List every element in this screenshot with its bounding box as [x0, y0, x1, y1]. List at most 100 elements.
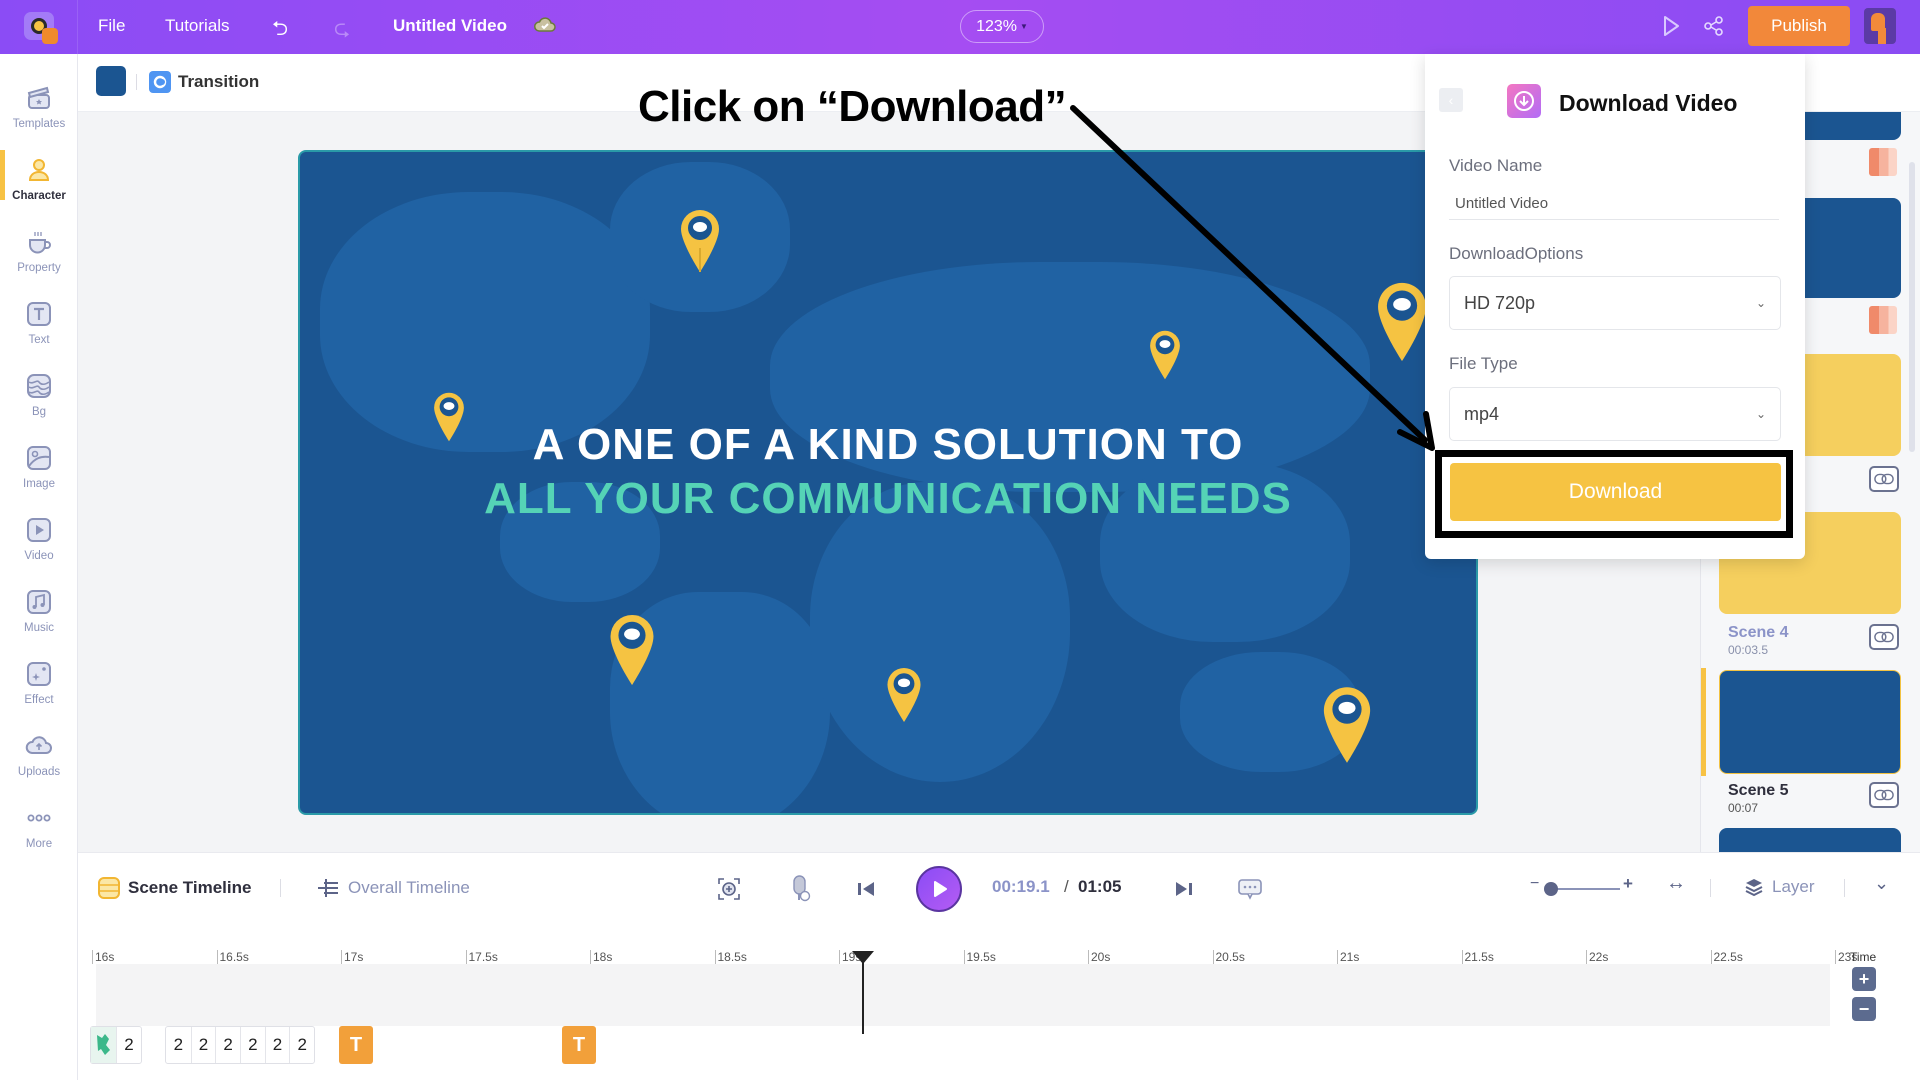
menu-tutorials[interactable]: Tutorials	[165, 16, 230, 36]
caret-down-icon: ▼	[1020, 22, 1028, 31]
sidebar-item-text[interactable]: Text	[0, 292, 78, 362]
transition-button[interactable]: Transition	[178, 72, 259, 92]
app-logo[interactable]	[18, 8, 60, 46]
divider	[280, 879, 281, 897]
sidebar-label: Music	[23, 622, 55, 634]
select-value: mp4	[1464, 403, 1500, 424]
scene-duration: 00:07	[1728, 801, 1759, 815]
sidebar-item-music[interactable]: Music	[0, 580, 78, 650]
file-type-select[interactable]: mp4 ⌄	[1449, 387, 1781, 441]
ruler-tick-label: 18.5s	[714, 950, 747, 964]
skip-forward-icon[interactable]	[1170, 875, 1198, 903]
ruler-tick-label: 16s	[92, 950, 114, 964]
clapperboard-icon	[27, 86, 50, 109]
subtitle-comment-icon[interactable]	[1236, 875, 1264, 903]
sidebar-item-effect[interactable]: Effect	[0, 652, 78, 722]
sidebar-item-property[interactable]: Property	[0, 220, 78, 290]
sidebar-item-bg[interactable]: Bg	[0, 364, 78, 434]
fit-width-icon[interactable]: ↔	[1666, 872, 1686, 895]
zoom-level-dropdown[interactable]: 123% ▼	[960, 10, 1044, 43]
share-icon[interactable]	[1703, 15, 1725, 37]
transition-icon[interactable]	[149, 71, 171, 93]
select-value: HD 720p	[1464, 292, 1536, 313]
divider	[136, 74, 137, 90]
timeline-zoom-slider[interactable]	[1548, 888, 1620, 890]
sidebar-item-video[interactable]: Video	[0, 508, 78, 578]
headline-line-1[interactable]: A ONE OF A KIND SOLUTION TO	[300, 420, 1476, 470]
preview-play-icon[interactable]	[1660, 14, 1682, 38]
play-button[interactable]	[916, 866, 962, 912]
chevron-down-icon: ⌄	[1755, 296, 1766, 310]
microphone-record-icon[interactable]	[786, 875, 814, 903]
add-camera-focus-icon[interactable]	[715, 875, 743, 903]
clip-group[interactable]: 2 2 2 2 2 2	[165, 1026, 315, 1064]
clip-group[interactable]: 2	[90, 1026, 142, 1064]
layer-button[interactable]: Layer	[1744, 877, 1815, 897]
text-clip[interactable]: T	[339, 1026, 373, 1064]
cup-icon	[29, 232, 51, 254]
overall-timeline-icon	[318, 879, 338, 897]
sidebar-label: More	[25, 838, 53, 850]
scrollbar[interactable]	[1909, 162, 1915, 452]
menu-file[interactable]: File	[98, 16, 125, 36]
map-pin-icon	[681, 210, 719, 272]
time-zoom-out-button[interactable]: −	[1852, 997, 1876, 1021]
time-zoom-in-button[interactable]: +	[1852, 967, 1876, 991]
map-continent	[810, 482, 1070, 782]
timeline-track[interactable]	[96, 964, 1830, 1026]
video-title[interactable]: Untitled Video	[393, 16, 507, 36]
divider	[77, 0, 78, 54]
sidebar-label: Property	[17, 262, 61, 274]
clip-item: 2	[289, 1027, 314, 1063]
link-transition-icon[interactable]	[1869, 782, 1899, 808]
video-name-input[interactable]	[1449, 188, 1779, 220]
sidebar-label: Video	[24, 550, 54, 562]
publish-button[interactable]: Publish	[1748, 6, 1850, 46]
undo-icon[interactable]: ⮌	[272, 14, 288, 48]
sidebar-item-uploads[interactable]: Uploads	[0, 724, 78, 794]
transition-thumbnail[interactable]	[1869, 306, 1897, 334]
sidebar-label: Text	[28, 334, 50, 346]
scene-thumbnail-scene-5[interactable]	[1719, 670, 1901, 774]
user-avatar[interactable]	[1864, 8, 1896, 44]
download-button[interactable]: Download	[1450, 463, 1781, 521]
headline-line-2[interactable]: ALL YOUR COMMUNICATION NEEDS	[300, 474, 1476, 524]
scene-name: Scene 5	[1728, 782, 1789, 799]
chevron-down-icon[interactable]: ⌄	[1874, 873, 1889, 894]
tab-label: Scene Timeline	[128, 878, 252, 897]
ruler-tick-label: 17.5s	[465, 950, 498, 964]
scene-stage[interactable]: A ONE OF A KIND SOLUTION TO ALL YOUR COM…	[298, 150, 1478, 815]
download-circle-icon	[1507, 84, 1541, 118]
divider	[1710, 879, 1711, 897]
current-time: 00:19.1	[992, 877, 1050, 896]
text-clip[interactable]: T	[562, 1026, 596, 1064]
sidebar-item-templates[interactable]: Templates	[0, 76, 78, 146]
image-icon	[27, 446, 51, 470]
transition-thumbnail[interactable]	[1869, 148, 1897, 176]
tab-scene-timeline[interactable]: Scene Timeline	[98, 877, 251, 899]
tab-overall-timeline[interactable]: Overall Timeline	[316, 877, 470, 899]
slider-knob[interactable]	[1544, 882, 1558, 896]
zoom-in-icon[interactable]: +	[1623, 874, 1633, 894]
map-pin-icon	[887, 668, 921, 722]
sidebar-label: Uploads	[17, 766, 61, 778]
playhead-handle[interactable]	[852, 951, 874, 964]
download-quality-select[interactable]: HD 720p ⌄	[1449, 276, 1781, 330]
skip-back-icon[interactable]	[852, 875, 880, 903]
playhead[interactable]	[862, 954, 864, 1034]
sidebar-item-more[interactable]: More	[0, 796, 78, 866]
scene-color-swatch[interactable]	[96, 66, 126, 96]
sidebar-item-character[interactable]: Character	[0, 148, 78, 218]
map-pin-icon	[1150, 330, 1180, 380]
redo-icon[interactable]: ⮎	[334, 14, 350, 48]
link-transition-icon[interactable]	[1869, 624, 1899, 650]
annotation-callout-text: Click on “Download”	[638, 82, 1067, 131]
zoom-out-icon[interactable]: −	[1530, 875, 1539, 893]
map-clip-thumbnail	[91, 1027, 116, 1063]
back-chevron-icon[interactable]: ‹	[1439, 88, 1463, 112]
sidebar-label: Character	[12, 190, 66, 202]
more-dots-icon	[27, 814, 51, 822]
sidebar-item-image[interactable]: Image	[0, 436, 78, 506]
sidebar-label: Templates	[12, 118, 66, 130]
link-transition-icon[interactable]	[1869, 466, 1899, 492]
